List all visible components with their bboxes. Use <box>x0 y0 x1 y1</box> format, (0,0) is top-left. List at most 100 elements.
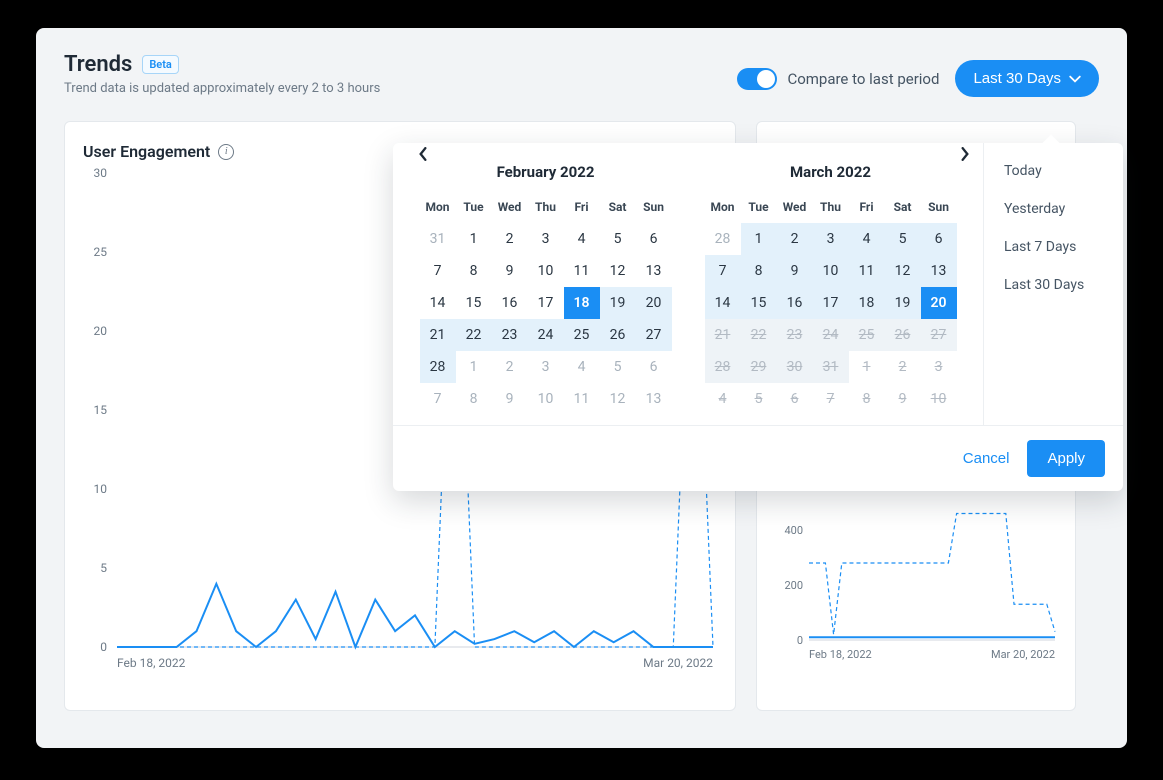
date-range-button[interactable]: Last 30 Days <box>955 60 1099 97</box>
calendar-day[interactable]: 3 <box>921 351 957 383</box>
calendar-day[interactable]: 6 <box>636 223 672 255</box>
calendar-day[interactable]: 10 <box>813 255 849 287</box>
calendar-day[interactable]: 6 <box>636 351 672 383</box>
calendar-day[interactable]: 3 <box>528 351 564 383</box>
calendar-day[interactable]: 21 <box>705 319 741 351</box>
calendar-day[interactable]: 31 <box>813 351 849 383</box>
calendar-day[interactable]: 12 <box>600 383 636 415</box>
calendar-day[interactable]: 7 <box>813 383 849 415</box>
calendar-day[interactable]: 23 <box>492 319 528 351</box>
preset-option[interactable]: Last 7 Days <box>994 231 1113 263</box>
calendar-day[interactable]: 2 <box>492 223 528 255</box>
calendar-day[interactable]: 19 <box>600 287 636 319</box>
calendar-day[interactable]: 9 <box>492 383 528 415</box>
calendar-day[interactable]: 12 <box>885 255 921 287</box>
calendar-day[interactable]: 9 <box>492 255 528 287</box>
calendar-day[interactable]: 5 <box>600 223 636 255</box>
info-icon[interactable]: i <box>218 144 234 160</box>
calendar-day[interactable]: 1 <box>741 223 777 255</box>
calendar-day[interactable]: 5 <box>885 223 921 255</box>
calendar-day[interactable]: 15 <box>741 287 777 319</box>
calendar-day[interactable]: 1 <box>849 351 885 383</box>
calendar-day[interactable]: 13 <box>636 383 672 415</box>
calendar-day[interactable]: 4 <box>705 383 741 415</box>
calendar-day[interactable]: 23 <box>777 319 813 351</box>
calendar-day[interactable]: 22 <box>741 319 777 351</box>
calendar-day[interactable]: 21 <box>420 319 456 351</box>
calendar-day[interactable]: 12 <box>600 255 636 287</box>
calendar-day[interactable]: 25 <box>849 319 885 351</box>
calendar-day[interactable]: 8 <box>456 255 492 287</box>
calendar-day[interactable]: 14 <box>705 287 741 319</box>
preset-option[interactable]: Last 30 Days <box>994 269 1113 301</box>
calendar-dow: Fri <box>849 191 885 223</box>
next-month-button[interactable] <box>953 143 977 165</box>
calendar-day[interactable]: 6 <box>777 383 813 415</box>
calendar-day[interactable]: 2 <box>885 351 921 383</box>
calendar-day[interactable]: 27 <box>921 319 957 351</box>
calendar-day[interactable]: 17 <box>528 287 564 319</box>
calendar-day[interactable]: 2 <box>492 351 528 383</box>
calendar-day[interactable]: 19 <box>885 287 921 319</box>
calendar-day[interactable]: 7 <box>420 383 456 415</box>
apply-button[interactable]: Apply <box>1027 440 1105 477</box>
calendar-day[interactable]: 3 <box>813 223 849 255</box>
calendar-day[interactable]: 11 <box>564 383 600 415</box>
calendar-day[interactable]: 8 <box>741 255 777 287</box>
card-title: User Engagement <box>83 142 210 161</box>
calendar-day[interactable]: 10 <box>921 383 957 415</box>
calendar-day[interactable]: 9 <box>777 255 813 287</box>
page-subtitle: Trend data is updated approximately ever… <box>64 81 380 96</box>
calendar-day[interactable]: 28 <box>420 351 456 383</box>
date-range-label: Last 30 Days <box>973 70 1061 87</box>
calendar-day[interactable]: 27 <box>636 319 672 351</box>
calendar-day[interactable]: 24 <box>528 319 564 351</box>
calendar-day[interactable]: 1 <box>456 351 492 383</box>
calendar-day[interactable]: 31 <box>420 223 456 255</box>
calendar-day[interactable]: 18 <box>564 287 600 319</box>
calendar-day[interactable]: 30 <box>777 351 813 383</box>
calendar-day[interactable]: 20 <box>636 287 672 319</box>
preset-option[interactable]: Today <box>994 155 1113 187</box>
calendar-day[interactable]: 18 <box>849 287 885 319</box>
calendar-day[interactable]: 17 <box>813 287 849 319</box>
calendar-day[interactable]: 13 <box>636 255 672 287</box>
calendar-day[interactable]: 8 <box>456 383 492 415</box>
calendar-dow: Tue <box>456 191 492 223</box>
calendar-day[interactable]: 7 <box>420 255 456 287</box>
date-picker-popover: February 2022 MonTueWedThuFriSatSun31123… <box>393 143 1123 491</box>
calendar-day[interactable]: 5 <box>600 351 636 383</box>
calendar-day[interactable]: 13 <box>921 255 957 287</box>
calendar-day[interactable]: 2 <box>777 223 813 255</box>
calendar-day[interactable]: 9 <box>885 383 921 415</box>
calendar-day[interactable]: 26 <box>885 319 921 351</box>
calendar-day[interactable]: 16 <box>492 287 528 319</box>
calendar-day[interactable]: 29 <box>741 351 777 383</box>
calendar-day[interactable]: 10 <box>528 255 564 287</box>
calendar-day[interactable]: 11 <box>564 255 600 287</box>
calendar-day[interactable]: 22 <box>456 319 492 351</box>
calendar-day[interactable]: 8 <box>849 383 885 415</box>
preset-option[interactable]: Yesterday <box>994 193 1113 225</box>
calendar-day[interactable]: 25 <box>564 319 600 351</box>
calendar-day[interactable]: 7 <box>705 255 741 287</box>
calendar-day[interactable]: 15 <box>456 287 492 319</box>
calendar-day[interactable]: 10 <box>528 383 564 415</box>
calendar-day[interactable]: 5 <box>741 383 777 415</box>
calendar-day[interactable]: 14 <box>420 287 456 319</box>
calendar-day[interactable]: 20 <box>921 287 957 319</box>
calendar-day[interactable]: 26 <box>600 319 636 351</box>
calendar-day[interactable]: 28 <box>705 223 741 255</box>
calendar-day[interactable]: 1 <box>456 223 492 255</box>
calendar-day[interactable]: 16 <box>777 287 813 319</box>
calendar-day[interactable]: 28 <box>705 351 741 383</box>
calendar-day[interactable]: 4 <box>564 351 600 383</box>
calendar-day[interactable]: 3 <box>528 223 564 255</box>
cancel-button[interactable]: Cancel <box>963 450 1010 467</box>
calendar-day[interactable]: 6 <box>921 223 957 255</box>
calendar-day[interactable]: 11 <box>849 255 885 287</box>
compare-toggle[interactable] <box>737 68 777 90</box>
calendar-day[interactable]: 4 <box>849 223 885 255</box>
calendar-day[interactable]: 4 <box>564 223 600 255</box>
calendar-day[interactable]: 24 <box>813 319 849 351</box>
